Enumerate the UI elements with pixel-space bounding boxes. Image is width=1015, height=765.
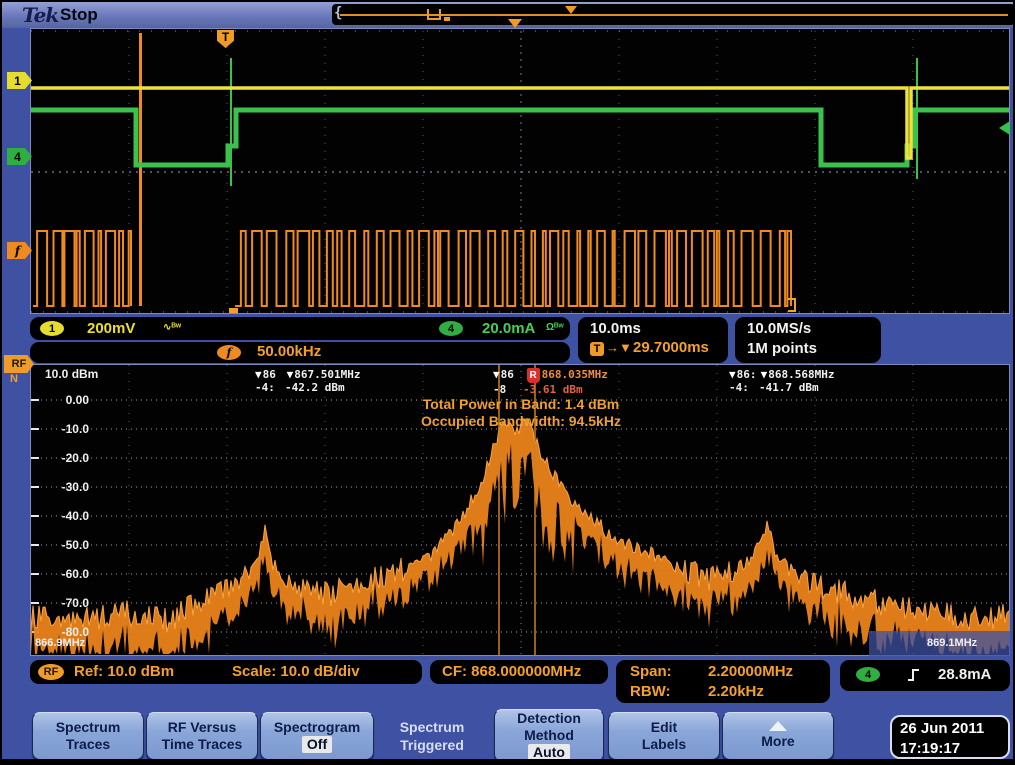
date: 26 Jun 2011 <box>900 719 1008 739</box>
spectrum-trigger-status: Spectrum Triggered <box>376 718 488 754</box>
acquisition-status: Stop <box>60 5 98 25</box>
span-rbw-readout-box: Span: 2.20000MHz RBW: 2.20kHz <box>616 660 830 703</box>
record-brace-icon: { <box>334 5 342 21</box>
spectrogram-button[interactable]: Spectrogram Off <box>260 712 374 760</box>
time-scale: 10.0ms <box>590 320 641 337</box>
freq-trace-position-badge[interactable]: f <box>7 242 32 259</box>
detection-method-button[interactable]: Detection Method Auto <box>494 709 604 762</box>
marker-amplitude: -41.7 dBm <box>759 381 819 394</box>
time-domain-graticule <box>30 28 1010 314</box>
rf-reference-readout-box: RF Ref: 10.0 dBm Scale: 10.0 dB/div <box>30 660 422 684</box>
freq-readout-box: f 50.00kHz <box>30 342 570 363</box>
channel-readout-box: 1 200mV ∿ᴮʷ 4 20.0mA Ωᴮʷ <box>30 317 570 340</box>
spectrum-graticule: 10.0 dBm 0.00 -10.0 -20.0 -30.0 -40.0 -5… <box>30 364 1010 656</box>
bottom-bezel <box>2 759 1013 765</box>
reference-marker-icon: R <box>527 368 540 383</box>
marker-amplitude: -42.2 dBm <box>285 381 345 394</box>
wave-inspector-bar[interactable]: { <box>332 4 1015 25</box>
date-time-display: 26 Jun 2011 17:19:17 <box>890 715 1010 759</box>
rf-versus-time-traces-button[interactable]: RF Versus Time Traces <box>146 712 258 760</box>
trigger-delay-value: 29.7000ms <box>633 339 709 356</box>
trigger-delay-arrows-icon: →▼ <box>606 340 632 355</box>
stop-frequency-label: 869.1MHz <box>927 637 977 649</box>
trigger-position-icon[interactable] <box>508 19 522 28</box>
ch4-position-badge[interactable]: 4 <box>7 148 32 165</box>
y-tick-label: -20.0 <box>43 451 89 465</box>
trigger-t-chip-icon: T <box>590 342 604 356</box>
f-badge: f <box>217 345 241 360</box>
rf-badge: RF <box>38 664 64 680</box>
more-button[interactable]: More <box>722 712 834 760</box>
rbw-value: 2.20kHz <box>708 683 764 700</box>
ch1-badge: 1 <box>40 321 64 336</box>
ref-level-label: 10.0 dBm <box>45 367 98 381</box>
spectrum-traces-button[interactable]: Spectrum Traces <box>32 712 144 760</box>
ch1-scale: 200mV <box>87 320 135 337</box>
reference-marker-readout: ▼86 R 868.035MHz -8 -3.61 dBm <box>493 368 608 396</box>
start-frequency-label: 866.9MHz <box>35 637 85 649</box>
marker-amplitude: -3.61 dBm <box>523 383 583 396</box>
f-scale-value: 50.00kHz <box>257 343 321 360</box>
sample-rate: 10.0MS/s <box>747 320 811 337</box>
record-marker-icon <box>444 17 450 21</box>
acquisition-readout-box: 10.0MS/s 1M points <box>735 317 881 363</box>
y-tick-label: -60.0 <box>43 567 89 581</box>
spectrogram-state: Off <box>302 736 332 753</box>
marker-down-icon: ▼ <box>493 368 500 381</box>
trigger-readout-box: 4 28.8mA <box>840 660 1010 691</box>
y-tick-label: -30.0 <box>43 480 89 494</box>
marker-down-icon: ▼ <box>729 368 736 381</box>
center-frequency-value: CF: 868.000000MHz <box>442 663 581 680</box>
trigger-record-marker-icon <box>565 6 577 14</box>
peak-marker-readout: ▼86 ▼867.501MHz -4: -42.2 dBm <box>255 368 360 394</box>
vertical-scale-value: Scale: 10.0 dB/div <box>232 663 360 680</box>
marker-down-icon: ▼ <box>287 368 294 381</box>
span-label: Span: <box>630 663 672 680</box>
total-power-annotation: Total Power in Band: 1.4 dBm <box>31 396 1011 413</box>
span-value: 2.20000MHz <box>708 663 793 680</box>
marker-frequency: 867.501MHz <box>294 368 360 381</box>
peak-marker-readout: ▼86: ▼868.568MHz -4: -41.7 dBm <box>729 368 834 394</box>
record-length: 1M points <box>747 340 817 357</box>
timebase-readout-box: 10.0ms T →▼ 29.7000ms <box>578 317 728 363</box>
chevron-up-icon <box>769 721 787 731</box>
marker-frequency: 868.035MHz <box>542 368 608 381</box>
edit-labels-button[interactable]: Edit Labels <box>608 712 720 760</box>
marker-down-icon: ▼ <box>761 368 768 381</box>
ch1-position-badge[interactable]: 1 <box>7 72 32 89</box>
y-tick-label: -40.0 <box>43 509 89 523</box>
rf-normal-trace-flag: N <box>10 373 18 385</box>
ch4-trigger-level-icon[interactable] <box>999 121 1010 135</box>
oscilloscope-screen: Tek Stop { T 1 4 f RF N 1 200mV ∿ᴮʷ 4 20… <box>0 0 1015 765</box>
trigger-level-value: 28.8mA <box>938 666 991 683</box>
trigger-source-badge: 4 <box>856 667 880 682</box>
scope-traces-canvas <box>31 29 1009 313</box>
marker-frequency: 868.568MHz <box>768 368 834 381</box>
y-tick-label: -50.0 <box>43 538 89 552</box>
obw-annotation: Occupied Bandwidth: 94.5kHz <box>31 413 1011 430</box>
band-measurements: Total Power in Band: 1.4 dBm Occupied Ba… <box>31 396 1011 430</box>
ch4-coupling-icons: Ωᴮʷ <box>546 322 564 333</box>
ch1-coupling-icons: ∿ᴮʷ <box>163 322 181 333</box>
rbw-label: RBW: <box>630 683 671 700</box>
ch4-scale: 20.0mA <box>482 320 535 337</box>
ref-level-value: Ref: 10.0 dBm <box>74 663 174 680</box>
center-frequency-readout-box: CF: 868.000000MHz <box>430 660 608 684</box>
time: 17:19:17 <box>900 739 1008 759</box>
rising-edge-icon <box>906 667 922 683</box>
tek-logo: Tek <box>22 3 58 27</box>
marker-down-icon: ▼ <box>255 368 262 381</box>
y-tick-label: -70.0 <box>43 596 89 610</box>
ch4-badge: 4 <box>439 321 463 336</box>
zoom-region-icon[interactable] <box>427 9 441 20</box>
